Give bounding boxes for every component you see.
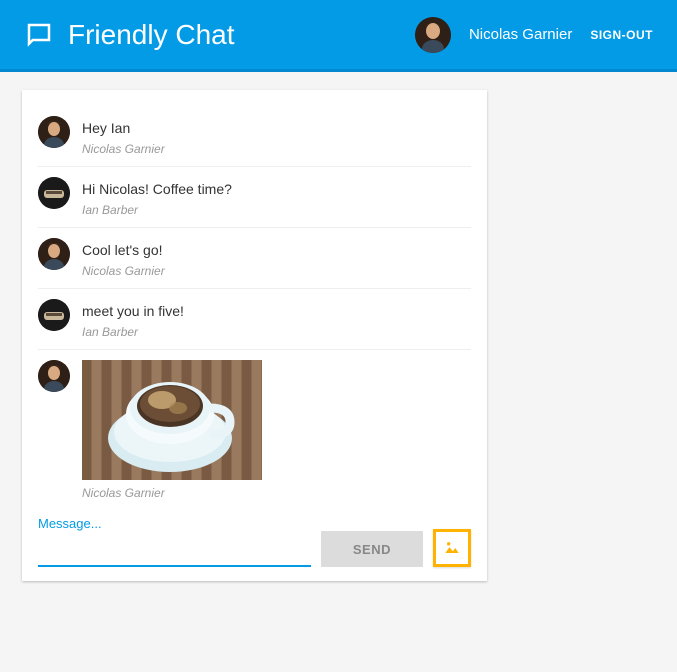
messages-list: Hey Ian Nicolas Garnier Hi Nicolas! Coffee… (38, 106, 471, 510)
app-title: Friendly Chat (68, 19, 235, 51)
message-avatar (38, 177, 70, 209)
message-body: meet you in five! Ian Barber (82, 299, 471, 345)
image-icon (442, 538, 462, 558)
message-image (82, 360, 262, 480)
message-text: Cool let's go! (82, 238, 471, 258)
message-text: Hi Nicolas! Coffee time? (82, 177, 471, 197)
message-text: Hey Ian (82, 116, 471, 136)
message-sender: Nicolas Garnier (82, 264, 471, 284)
message-row: Nicolas Garnier (38, 350, 471, 510)
input-wrapper: Message... (38, 516, 311, 567)
message-sender: Nicolas Garnier (82, 486, 471, 506)
composer: Message... SEND (38, 516, 471, 567)
message-row: Hi Nicolas! Coffee time? Ian Barber (38, 167, 471, 228)
message-body: Hey Ian Nicolas Garnier (82, 116, 471, 162)
message-avatar (38, 360, 70, 392)
message-avatar (38, 299, 70, 331)
message-sender: Nicolas Garnier (82, 142, 471, 162)
message-sender: Ian Barber (82, 203, 471, 223)
app-header: Friendly Chat Nicolas Garnier SIGN-OUT (0, 0, 677, 72)
header-left: Friendly Chat (24, 19, 235, 51)
message-input[interactable] (38, 545, 311, 567)
message-avatar (38, 238, 70, 270)
message-text: meet you in five! (82, 299, 471, 319)
message-row: meet you in five! Ian Barber (38, 289, 471, 350)
chat-card: Hey Ian Nicolas Garnier Hi Nicolas! Coffee… (22, 90, 487, 581)
chat-icon (24, 20, 54, 50)
attach-image-button[interactable] (433, 529, 471, 567)
message-body: Cool let's go! Nicolas Garnier (82, 238, 471, 284)
message-body: Hi Nicolas! Coffee time? Ian Barber (82, 177, 471, 223)
send-button[interactable]: SEND (321, 531, 423, 567)
signout-button[interactable]: SIGN-OUT (590, 28, 653, 42)
message-avatar (38, 116, 70, 148)
header-right: Nicolas Garnier SIGN-OUT (415, 17, 653, 53)
message-row: Hey Ian Nicolas Garnier (38, 106, 471, 167)
message-row: Cool let's go! Nicolas Garnier (38, 228, 471, 289)
header-username: Nicolas Garnier (469, 26, 572, 43)
message-sender: Ian Barber (82, 325, 471, 345)
header-avatar[interactable] (415, 17, 451, 53)
message-input-label: Message... (38, 516, 311, 531)
message-body: Nicolas Garnier (82, 360, 471, 506)
